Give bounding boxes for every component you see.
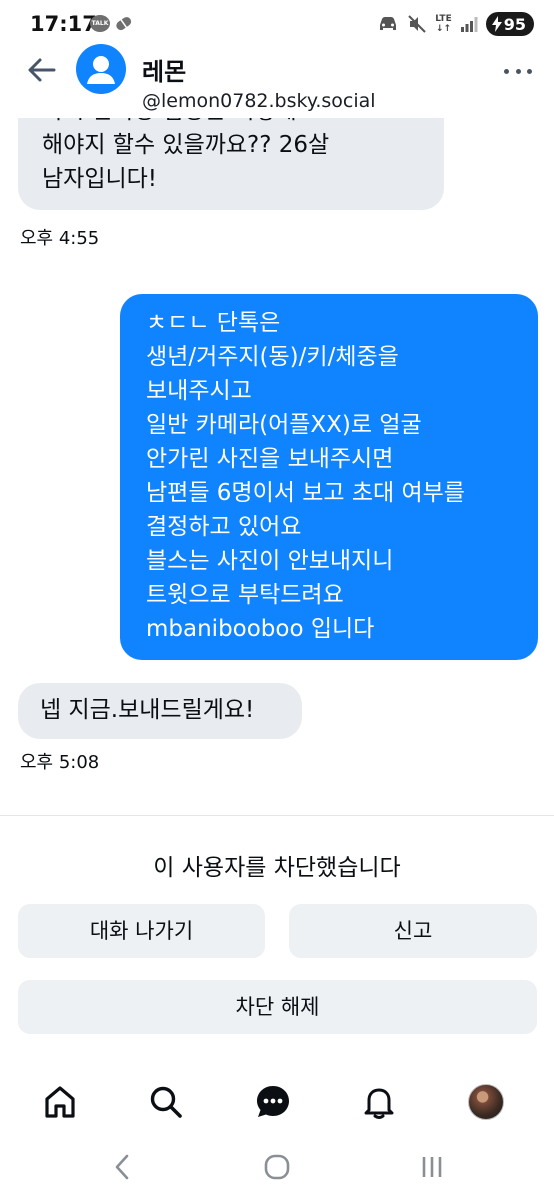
message-line: 남편들 6명이서 보고 초대 여부를: [146, 480, 465, 506]
signal-icon: [460, 17, 478, 32]
system-back-button[interactable]: [102, 1152, 142, 1182]
message-line: 넵 지금.보내드릴게요!: [40, 697, 255, 723]
nav-profile[interactable]: [466, 1082, 506, 1122]
home-icon: [45, 1086, 75, 1118]
default-avatar-icon: [87, 56, 115, 84]
bell-icon: [364, 1088, 394, 1119]
battery-level: 95: [503, 14, 526, 34]
search-icon: [150, 1086, 182, 1118]
more-options-icon[interactable]: [504, 66, 532, 76]
nav-notifications[interactable]: [359, 1082, 399, 1122]
report-button[interactable]: 신고: [289, 904, 537, 958]
message-line: 트윗으로 부탁드려요: [146, 582, 344, 608]
system-navigation-bar: [0, 1140, 554, 1200]
chat-icon: [257, 1086, 289, 1117]
home-circle-icon: [264, 1154, 290, 1180]
message-bubble-incoming: 넵 지금.보내드릴게요!: [18, 683, 302, 739]
blocked-notice: 이 사용자를 차단했습니다: [153, 855, 401, 881]
car-mode-icon: [380, 17, 397, 30]
recents-icon: [422, 1157, 442, 1177]
message-bubble-outgoing: ㅊㄷㄴ 단톡은 생년/거주지(동)/키/체중을 보내주시고 일반 카메라(어플X…: [120, 294, 538, 660]
system-home-button[interactable]: [257, 1152, 297, 1182]
message-timestamp: 오후 4:55: [20, 228, 100, 249]
back-arrow-icon[interactable]: [26, 54, 58, 86]
message-line: mbanibooboo 입니다: [146, 616, 375, 642]
system-recents-button[interactable]: [412, 1152, 452, 1182]
status-time: 17:17: [30, 12, 97, 36]
avatar[interactable]: [76, 44, 126, 94]
message-line: 해야지 할수 있을까요?? 26살: [42, 132, 330, 158]
leave-conversation-button[interactable]: 대화 나가기: [18, 904, 265, 958]
contact-name[interactable]: 레몬: [142, 52, 186, 87]
network-lte-icon: LTE ↓↑: [435, 14, 452, 34]
talk-notification-icon: TALK: [90, 15, 110, 32]
unblock-button[interactable]: 차단 해제: [18, 980, 537, 1034]
message-line: 남자입니다!: [42, 166, 158, 192]
pill-notification-icon: [116, 17, 132, 31]
mute-icon: [408, 15, 426, 33]
message-list[interactable]: 혹시 단톡방 입장은 어떻게 해야지 할수 있을까요?? 26살 남자입니다! …: [0, 118, 554, 818]
nav-home[interactable]: [40, 1082, 80, 1122]
conversation-header: 레몬 @lemon0782.bsky.social: [0, 40, 554, 118]
charging-icon: [491, 16, 502, 32]
message-line: 안가린 사진을 보내주시면: [146, 446, 394, 472]
message-line: 생년/거주지(동)/키/체중을: [146, 344, 399, 370]
chevron-left-icon: [115, 1154, 129, 1180]
message-line: 결정하고 있어요: [146, 514, 302, 540]
battery-indicator: 95: [485, 12, 534, 36]
message-line: 혹시 단톡방 입장은 어떻게: [42, 118, 420, 128]
bottom-navigation: [0, 1072, 554, 1134]
message-bubble-incoming: 혹시 단톡방 입장은 어떻게 해야지 할수 있을까요?? 26살 남자입니다!: [18, 118, 444, 210]
contact-handle[interactable]: @lemon0782.bsky.social: [142, 90, 376, 112]
message-line: 블스는 사진이 안보내지니: [146, 548, 394, 574]
message-line: ㅊㄷㄴ 단톡은: [146, 310, 281, 336]
message-line: 일반 카메라(어플XX)로 얼굴: [146, 412, 422, 438]
profile-avatar: [468, 1084, 504, 1120]
divider: [0, 815, 554, 816]
message-line: 보내주시고: [146, 378, 252, 404]
nav-search[interactable]: [146, 1082, 186, 1122]
message-timestamp: 오후 5:08: [20, 752, 100, 773]
nav-chat[interactable]: [253, 1082, 293, 1122]
